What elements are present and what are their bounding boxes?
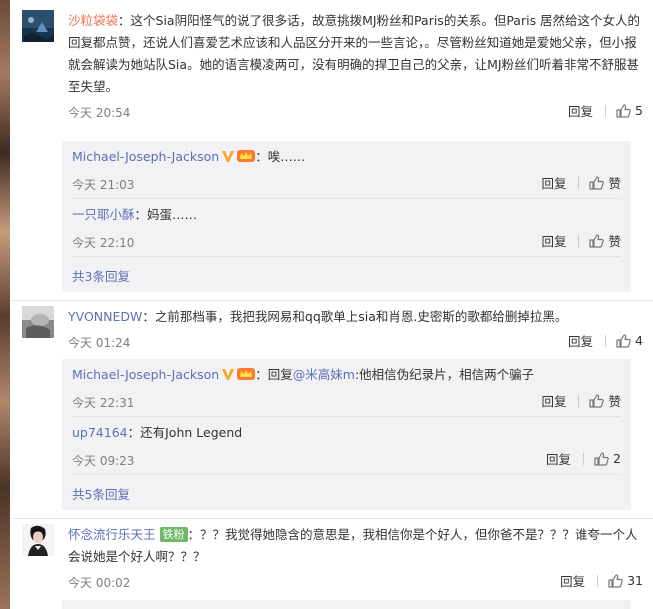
like-label: 赞 (608, 394, 621, 409)
fan-level-badge: 铁粉 (159, 527, 188, 542)
like-button[interactable]: 赞 (589, 231, 621, 250)
like-count: 31 (627, 573, 643, 588)
thumbs-up-icon (594, 451, 609, 466)
reply-button[interactable]: 回复 (546, 449, 571, 468)
thumbs-up-icon (589, 233, 605, 248)
like-button[interactable]: 2 (594, 451, 621, 466)
action-divider (578, 234, 580, 247)
timestamp: 今天 22:31 (72, 396, 135, 410)
reply-item: Michael-Joseph-Jackson ：回复@米高妹m:他相信伪纪录片，相… (72, 367, 621, 410)
username-link[interactable]: Michael-Joseph-Jackson (72, 149, 219, 164)
more-replies-link[interactable]: 共3条回复 (72, 266, 130, 285)
reply-item: 一只耶小酥：妈蛋…… 今天 22:10 回复 赞 (72, 207, 621, 250)
reply-button[interactable]: 回复 (568, 101, 593, 120)
verified-v-icon (222, 369, 235, 380)
timestamp: 今天 20:54 (68, 106, 131, 120)
reply-item: Michael-Joseph-Jackson ：唉…… 今天 21:03 回复 赞 (72, 149, 621, 192)
reply-button[interactable]: 回复 (541, 391, 566, 410)
like-label: 赞 (608, 176, 621, 191)
avatar[interactable] (22, 10, 54, 42)
username-link[interactable]: 怀念流行乐天王 (68, 527, 156, 542)
like-label: 赞 (608, 234, 621, 249)
like-count: 2 (613, 451, 621, 466)
reply-box-partial (62, 600, 631, 609)
timestamp: 今天 01:24 (68, 336, 131, 350)
action-divider (578, 394, 580, 407)
timestamp: 今天 21:03 (72, 178, 135, 192)
reply-button[interactable]: 回复 (568, 331, 593, 350)
comment-text: YVONNEDW：之前那档事，我把我网易和qq歌单上sia和肖恩.史密斯的歌都给… (68, 309, 568, 324)
member-crown-icon (237, 368, 256, 380)
comment-divider (12, 518, 653, 519)
reply-button[interactable]: 回复 (541, 173, 566, 192)
member-crown-icon (237, 150, 256, 162)
reply-button[interactable]: 回复 (541, 231, 566, 250)
reply-box: Michael-Joseph-Jackson ：回复@米高妹m:他相信伪纪录片，相… (62, 359, 631, 510)
reply-button[interactable]: 回复 (560, 571, 585, 590)
comment-text: 怀念流行乐天王 铁粉 ：？？我觉得她隐含的意思是，我相信你是个好人，但你爸不是？？？… (68, 527, 638, 564)
action-divider (578, 176, 580, 189)
like-count: 4 (635, 333, 643, 348)
username-link[interactable]: YVONNEDW (68, 309, 142, 324)
avatar[interactable] (22, 306, 54, 338)
comment-divider (12, 300, 653, 301)
thumbs-up-icon (589, 393, 605, 408)
thumbs-up-icon (616, 103, 631, 118)
username-link[interactable]: up74164 (72, 425, 128, 440)
like-button[interactable]: 5 (616, 103, 643, 118)
like-count: 5 (635, 103, 643, 118)
verified-v-icon (222, 151, 235, 162)
thumbs-up-icon (616, 333, 631, 348)
thumbs-up-icon (608, 573, 623, 588)
reply-divider (72, 198, 621, 199)
action-divider (583, 452, 585, 465)
reply-box: Michael-Joseph-Jackson ：唉…… 今天 21:03 回复 赞… (62, 141, 631, 292)
timestamp: 今天 00:02 (68, 576, 131, 590)
like-button[interactable]: 31 (608, 573, 643, 588)
reply-divider (72, 416, 621, 417)
more-replies-link[interactable]: 共5条回复 (72, 484, 130, 503)
username-link[interactable]: 沙粒袋袋 (68, 13, 118, 28)
timestamp: 今天 22:10 (72, 236, 135, 250)
action-divider (605, 334, 607, 347)
action-divider (605, 104, 607, 117)
action-divider (597, 574, 599, 587)
thumbs-up-icon (589, 175, 605, 190)
reply-divider (72, 474, 621, 475)
reply-divider (72, 256, 621, 257)
reply-item: up74164：还有John Legend 今天 09:23 回复 2 (72, 425, 621, 468)
username-link[interactable]: 一只耶小酥 (72, 207, 135, 222)
avatar[interactable] (22, 524, 54, 556)
like-button[interactable]: 赞 (589, 391, 621, 410)
timestamp: 今天 09:23 (72, 454, 135, 468)
background-photo-strip (0, 0, 10, 609)
mention-link[interactable]: @米高妹m (293, 367, 355, 382)
like-button[interactable]: 4 (616, 333, 643, 348)
username-link[interactable]: Michael-Joseph-Jackson (72, 367, 219, 382)
like-button[interactable]: 赞 (589, 173, 621, 192)
comment-text: 沙粒袋袋：这个Sia阴阳怪气的说了很多话，故意挑拨MJ粉丝和Paris的关系。但… (68, 13, 641, 94)
